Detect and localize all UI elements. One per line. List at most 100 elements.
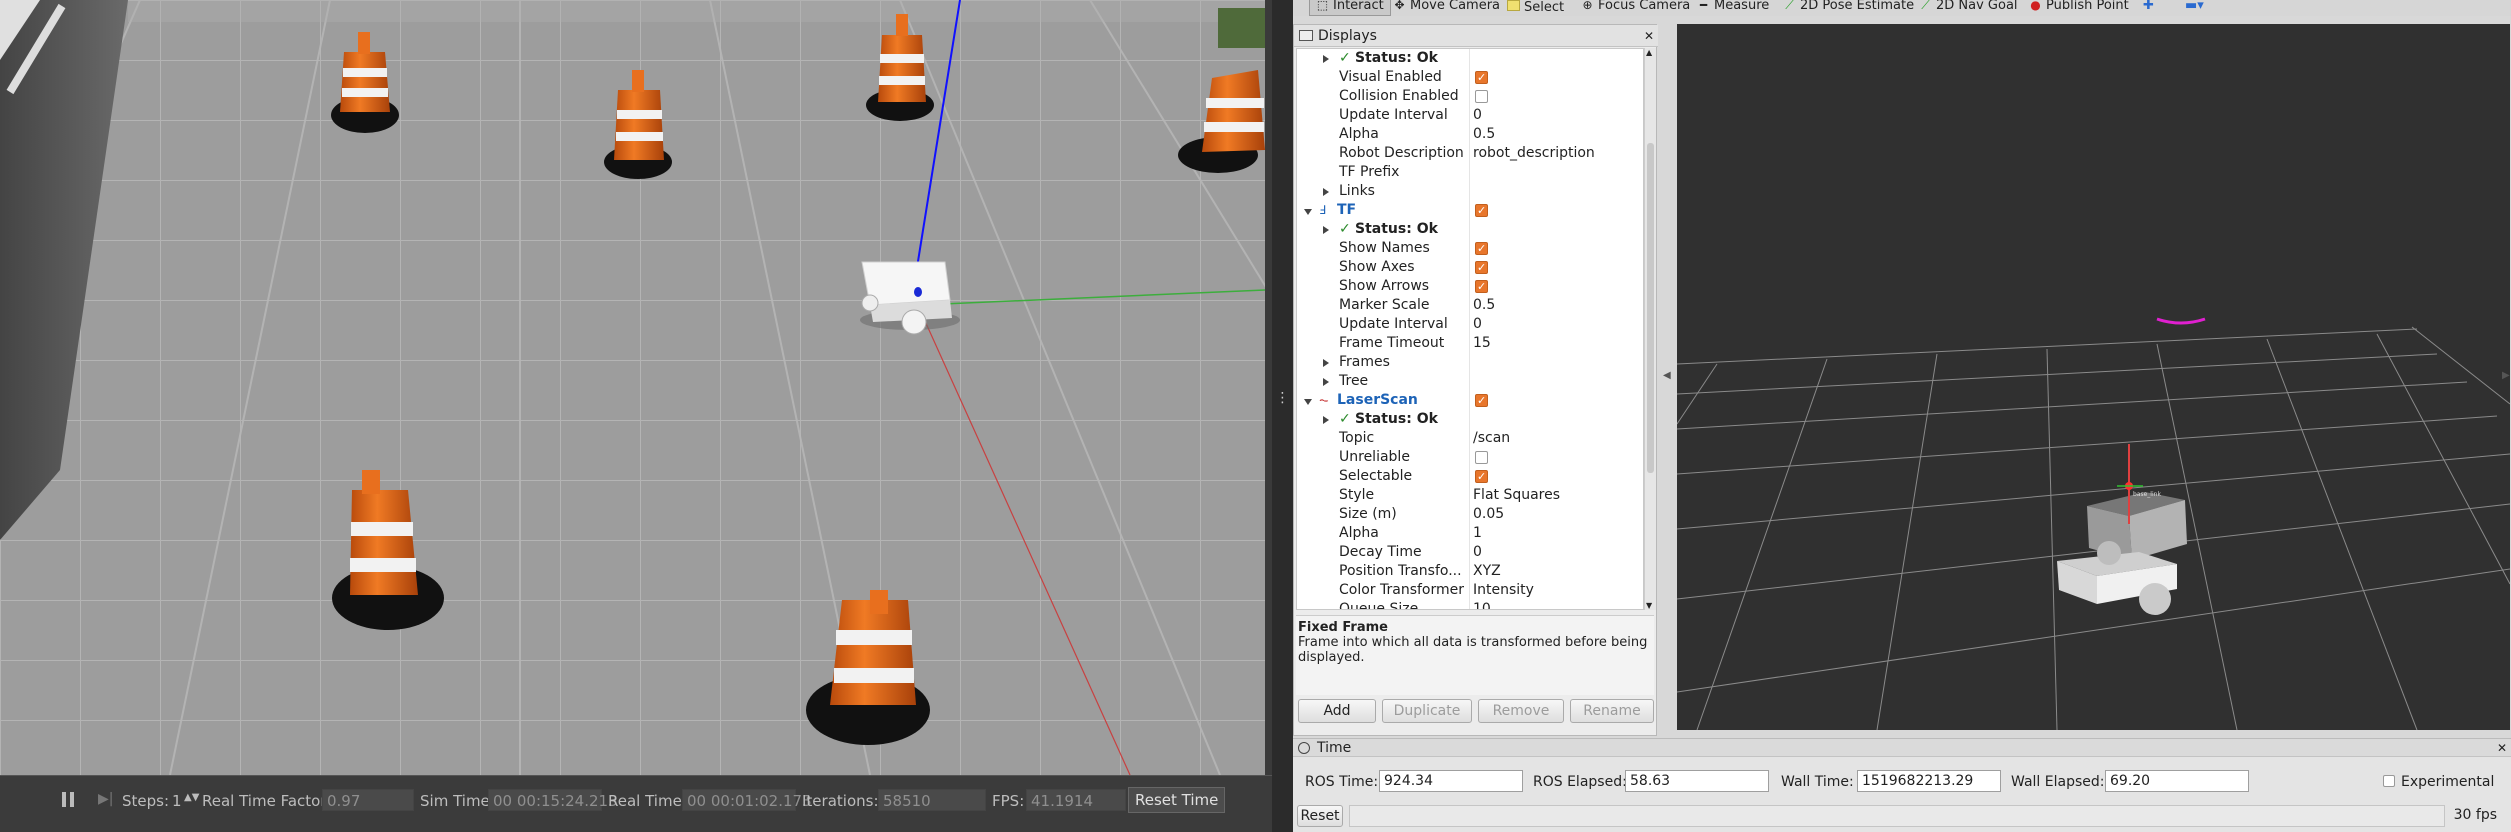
tree-row[interactable]: Visual Enabled <box>1297 68 1643 87</box>
expand-arrow-icon[interactable] <box>1323 188 1329 196</box>
tree-row[interactable]: Selectable <box>1297 467 1643 486</box>
tool-menu-icon[interactable]: ▬▾ <box>2185 0 2204 16</box>
property-checkbox[interactable] <box>1475 261 1488 274</box>
tree-row-value[interactable]: 0 <box>1473 543 1482 562</box>
tree-row[interactable]: ✓ Status: Ok <box>1297 220 1643 239</box>
tree-row[interactable]: Queue Size 10 <box>1297 600 1643 609</box>
add-tool-icon[interactable]: ✚ <box>2143 0 2154 16</box>
tree-row[interactable]: Ⅎ TF <box>1297 201 1643 220</box>
expand-arrow-icon[interactable] <box>1323 359 1329 367</box>
tree-row-value[interactable]: 0.5 <box>1473 125 1495 144</box>
status-ok-icon: ✓ <box>1339 221 1351 237</box>
property-checkbox[interactable] <box>1475 90 1488 103</box>
scroll-up-icon[interactable]: ▲ <box>1646 48 1652 57</box>
tree-row-value[interactable]: 0 <box>1473 315 1482 334</box>
tree-row[interactable]: Size (m) 0.05 <box>1297 505 1643 524</box>
steps-value[interactable]: 1 <box>172 792 182 810</box>
tree-row[interactable]: Update Interval 0 <box>1297 315 1643 334</box>
expand-arrow-icon[interactable] <box>1323 55 1329 63</box>
scrollbar-thumb[interactable] <box>1647 143 1654 473</box>
wall-time-field[interactable]: 1519682213.29 <box>1857 770 2001 792</box>
tree-row[interactable]: Frame Timeout 15 <box>1297 334 1643 353</box>
step-icon[interactable]: ▶| <box>98 791 114 809</box>
expand-arrow-icon[interactable] <box>1323 416 1329 424</box>
rviz-3d-view[interactable]: base_link <box>1677 24 2510 730</box>
reset-button[interactable]: Reset <box>1297 805 1343 827</box>
tree-row-value[interactable]: 1 <box>1473 524 1482 543</box>
tree-row[interactable]: Position Transfo... XYZ <box>1297 562 1643 581</box>
move-camera-tool[interactable]: ✥ Move Camera <box>1393 0 1500 16</box>
property-checkbox[interactable] <box>1475 280 1488 293</box>
tree-row[interactable]: Update Interval 0 <box>1297 106 1643 125</box>
property-checkbox[interactable] <box>1475 71 1488 84</box>
duplicate-button[interactable]: Duplicate <box>1382 699 1472 723</box>
close-time-icon[interactable]: ✕ <box>2497 739 2507 757</box>
pause-icon[interactable] <box>60 790 78 810</box>
tree-row-value[interactable]: 10 <box>1473 600 1491 609</box>
property-checkbox[interactable] <box>1475 470 1488 483</box>
tree-row-value[interactable]: 0.5 <box>1473 296 1495 315</box>
tree-row-value[interactable]: 15 <box>1473 334 1491 353</box>
interact-tool[interactable]: ⬚ Interact <box>1309 0 1391 16</box>
collapse-arrow-icon[interactable] <box>1304 209 1312 215</box>
tree-row[interactable]: Show Axes <box>1297 258 1643 277</box>
reset-time-button[interactable]: Reset Time <box>1128 787 1226 813</box>
ros-elapsed-field[interactable]: 58.63 <box>1625 770 1769 792</box>
add-button[interactable]: Add <box>1298 699 1376 723</box>
splitter-handle-icon[interactable]: ⋮ <box>1272 390 1293 406</box>
property-checkbox[interactable] <box>1475 394 1488 407</box>
window-divider[interactable]: ⋮ <box>1272 0 1293 832</box>
displays-tree[interactable]: ✓Status: OkVisual EnabledCollision Enabl… <box>1296 48 1644 610</box>
tree-row[interactable]: Color Transformer Intensity <box>1297 581 1643 600</box>
tree-row[interactable]: ✓ Status: Ok <box>1297 49 1643 68</box>
collapse-arrow-icon[interactable] <box>1304 399 1312 405</box>
rename-button[interactable]: Rename <box>1570 699 1654 723</box>
tree-row[interactable]: Frames <box>1297 353 1643 372</box>
tree-row[interactable]: Show Arrows <box>1297 277 1643 296</box>
tree-row[interactable]: Topic/scan <box>1297 429 1643 448</box>
tree-row-value[interactable]: Intensity <box>1473 581 1534 600</box>
measure-tool[interactable]: ━ Measure <box>1697 0 1769 16</box>
displays-scrollbar[interactable]: ▲ ▼ <box>1644 48 1656 610</box>
tree-row[interactable]: Tree <box>1297 372 1643 391</box>
tree-row[interactable]: Show Names <box>1297 239 1643 258</box>
wall-elapsed-field[interactable]: 69.20 <box>2105 770 2249 792</box>
property-checkbox[interactable] <box>1475 242 1488 255</box>
tree-row-value[interactable]: robot_description <box>1473 144 1595 163</box>
tree-row[interactable]: ⏦ LaserScan <box>1297 391 1643 410</box>
close-displays-icon[interactable]: ✕ <box>1644 25 1654 47</box>
expand-arrow-icon[interactable] <box>1323 226 1329 234</box>
tree-row[interactable]: Marker Scale 0.5 <box>1297 296 1643 315</box>
tree-row[interactable]: TF Prefix <box>1297 163 1643 182</box>
tree-row[interactable]: ✓ Status: Ok <box>1297 410 1643 429</box>
tree-row[interactable]: Style Flat Squares <box>1297 486 1643 505</box>
experimental-checkbox[interactable] <box>2383 775 2395 787</box>
nav-goal-tool[interactable]: ⟋ 2D Nav Goal <box>1919 0 2017 16</box>
tree-row[interactable]: Robot Description robot_description <box>1297 144 1643 163</box>
tree-row[interactable]: Alpha 0.5 <box>1297 125 1643 144</box>
property-checkbox[interactable] <box>1475 204 1488 217</box>
select-tool[interactable]: Select <box>1507 0 1564 16</box>
collapse-right-icon[interactable]: ▶ <box>2502 370 2510 381</box>
steps-dropdown-icon[interactable]: ▲▼ <box>184 792 199 803</box>
tree-row[interactable]: Collision Enabled <box>1297 87 1643 106</box>
expand-arrow-icon[interactable] <box>1323 378 1329 386</box>
tree-row-value[interactable]: 0 <box>1473 106 1482 125</box>
scroll-down-icon[interactable]: ▼ <box>1646 601 1652 610</box>
tree-row-value[interactable]: /scan <box>1473 429 1510 448</box>
focus-camera-tool[interactable]: ⊕ Focus Camera <box>1581 0 1690 16</box>
gazebo-3d-scene[interactable] <box>0 0 1265 775</box>
property-checkbox[interactable] <box>1475 451 1488 464</box>
pose-estimate-tool[interactable]: ⟋ 2D Pose Estimate <box>1783 0 1914 16</box>
publish-point-tool[interactable]: ● Publish Point <box>2029 0 2129 16</box>
tree-row[interactable]: Alpha 1 <box>1297 524 1643 543</box>
tree-row-value[interactable]: Flat Squares <box>1473 486 1560 505</box>
tree-row[interactable]: Decay Time 0 <box>1297 543 1643 562</box>
tree-row-value[interactable]: XYZ <box>1473 562 1501 581</box>
tree-row[interactable]: Links <box>1297 182 1643 201</box>
remove-button[interactable]: Remove <box>1478 699 1564 723</box>
collapse-left-icon[interactable]: ◀ <box>1663 370 1671 381</box>
tree-row[interactable]: Unreliable <box>1297 448 1643 467</box>
tree-row-value[interactable]: 0.05 <box>1473 505 1504 524</box>
ros-time-field[interactable]: 924.34 <box>1379 770 1523 792</box>
